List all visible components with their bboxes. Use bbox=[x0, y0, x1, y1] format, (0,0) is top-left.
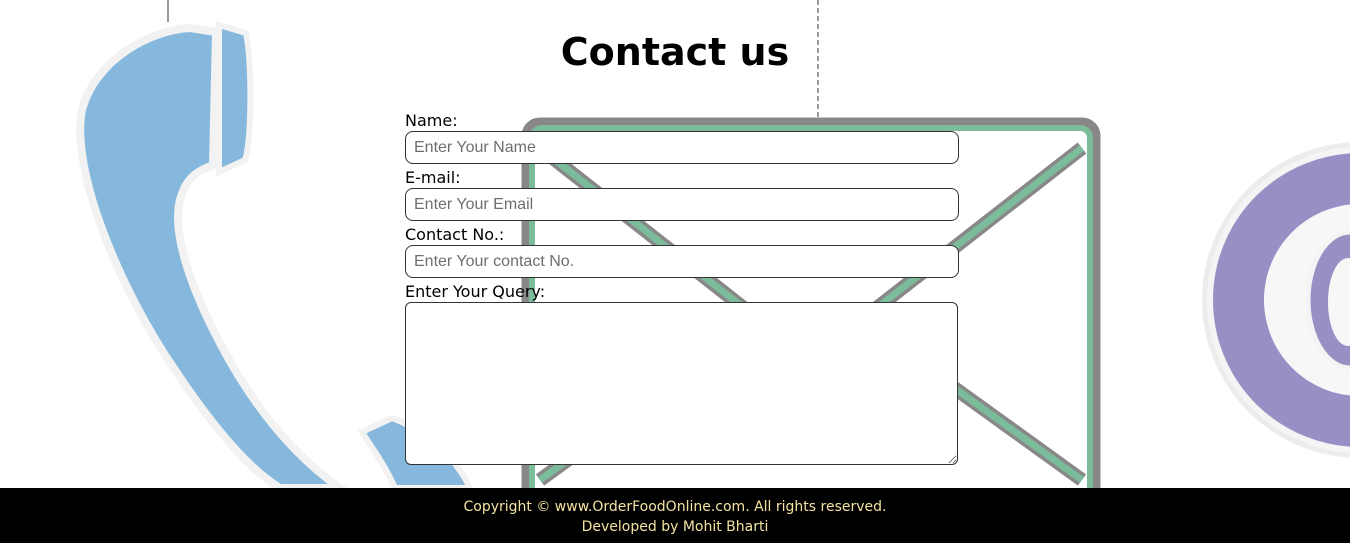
email-input[interactable] bbox=[405, 188, 959, 221]
query-textarea[interactable] bbox=[405, 302, 958, 465]
contact-label: Contact No.: bbox=[405, 225, 505, 244]
developer-credit: Developed by Mohit Bharti bbox=[581, 519, 769, 535]
footer: Copyright © www.OrderFoodOnline.com. All… bbox=[0, 488, 1350, 543]
contact-form: Name: E-mail: Contact No.: Enter Your Qu… bbox=[405, 110, 960, 465]
name-input[interactable] bbox=[405, 131, 959, 164]
page-title: Contact us bbox=[560, 30, 790, 74]
at-sign-icon bbox=[1202, 142, 1350, 458]
name-label: Name: bbox=[405, 111, 458, 130]
query-label: Enter Your Query: bbox=[405, 282, 546, 301]
contact-input[interactable] bbox=[405, 245, 959, 278]
copyright-text: Copyright © www.OrderFoodOnline.com. All… bbox=[463, 499, 887, 515]
email-label: E-mail: bbox=[405, 168, 461, 187]
